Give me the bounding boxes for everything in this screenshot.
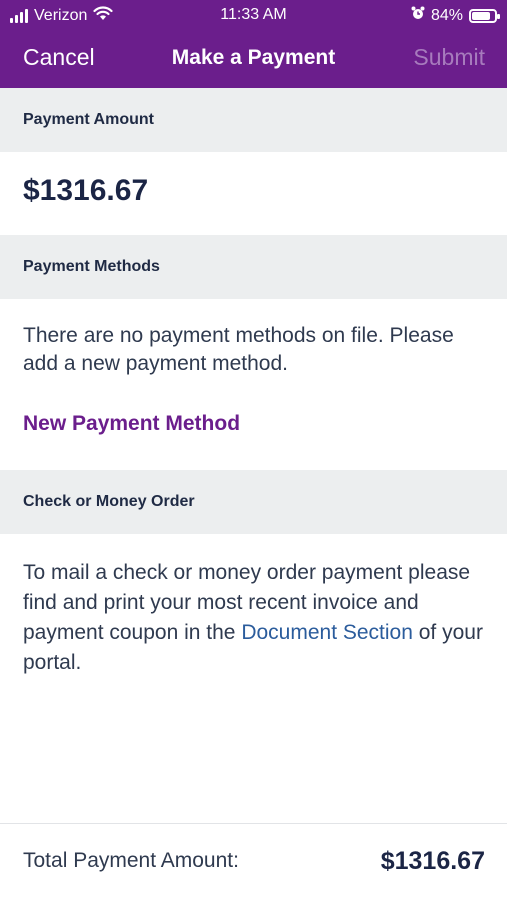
total-payment-value: $1316.67: [380, 847, 485, 875]
app-header: Verizon 11:33 AM 84% Cancel Make a Payme…: [0, 0, 507, 88]
document-section-link[interactable]: Document Section: [241, 621, 413, 644]
check-money-order-header: Check or Money Order: [0, 470, 507, 534]
payment-methods-header-label: Payment Methods: [23, 258, 160, 275]
total-footer: Total Payment Amount: $1316.67: [0, 823, 507, 900]
battery-percent: 84%: [430, 6, 463, 24]
total-payment-label: Total Payment Amount:: [23, 849, 239, 872]
payment-amount-header: Payment Amount: [0, 88, 507, 152]
payment-amount-header-label: Payment Amount: [23, 111, 154, 128]
alarm-icon: [411, 6, 425, 25]
check-money-order-header-label: Check or Money Order: [23, 493, 195, 510]
battery-icon: [469, 8, 500, 23]
new-payment-method-button[interactable]: New Payment Method: [23, 412, 240, 436]
status-bar: Verizon 11:33 AM 84%: [0, 0, 507, 30]
payment-amount-value: $1316.67: [23, 174, 149, 207]
payment-methods-header: Payment Methods: [0, 235, 507, 299]
status-right: 84%: [411, 6, 500, 25]
check-instructions: To mail a check or money order payment p…: [23, 558, 493, 678]
submit-button[interactable]: Submit: [413, 44, 485, 71]
nav-bar: Cancel Make a Payment Submit: [0, 30, 507, 88]
no-payment-methods-text: There are no payment methods on file. Pl…: [23, 324, 454, 375]
